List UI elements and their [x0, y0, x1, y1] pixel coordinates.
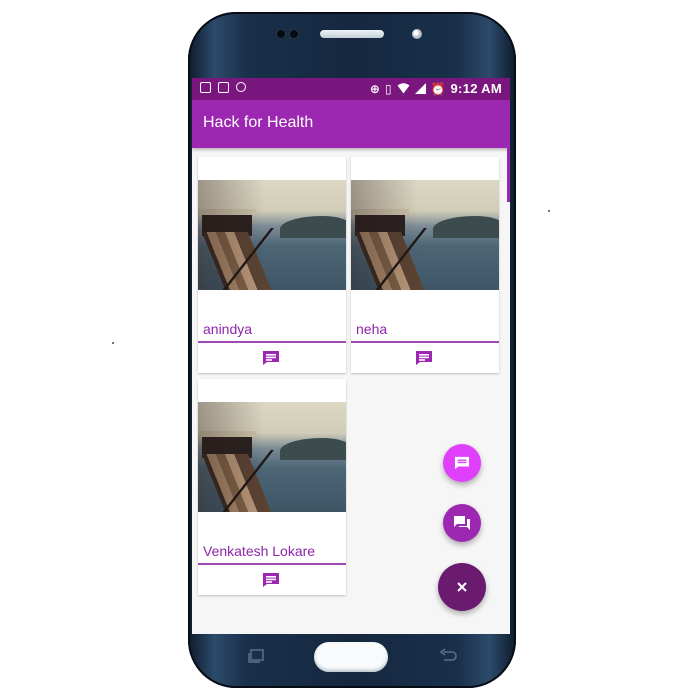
user-card[interactable]: anindya [198, 157, 346, 373]
phone-screen: ⊕ ▯ ⏰ 9:12 AM Hack for Health anindya ne… [192, 78, 510, 634]
card-photo [351, 180, 499, 290]
page-title: Hack for Health [203, 114, 314, 131]
alarm-icon: ⏰ [430, 81, 446, 96]
background-speck [548, 210, 550, 212]
signal-icon [414, 83, 426, 94]
wifi-icon [397, 83, 410, 94]
card-user-name: Venkatesh Lokare [203, 543, 316, 559]
image-icon [218, 82, 229, 93]
close-icon [457, 582, 467, 592]
user-card[interactable]: Venkatesh Lokare [198, 379, 346, 595]
scroll-indicator[interactable] [507, 148, 510, 202]
app-bar: Hack for Health [192, 100, 510, 148]
front-camera-icon [412, 29, 422, 39]
stage: ⊕ ▯ ⏰ 9:12 AM Hack for Health anindya ne… [0, 0, 700, 700]
card-divider [198, 563, 346, 565]
background-speck [112, 342, 114, 344]
recent-apps-icon[interactable] [246, 648, 266, 664]
fab-forum-button[interactable] [443, 504, 481, 542]
message-icon [455, 456, 469, 470]
message-icon[interactable] [262, 350, 280, 366]
vibrate-icon: ▯ [384, 81, 392, 96]
status-bar: ⊕ ▯ ⏰ 9:12 AM [192, 78, 510, 100]
forum-icon [454, 516, 470, 530]
user-card[interactable]: neha [351, 157, 499, 373]
fab-message-button[interactable] [443, 444, 481, 482]
notification-icon [236, 82, 246, 92]
card-photo [198, 180, 346, 290]
card-photo [198, 402, 346, 512]
message-icon[interactable] [262, 572, 280, 588]
data-saver-icon: ⊕ [369, 81, 380, 96]
back-icon[interactable] [438, 648, 458, 664]
sensor-dots [276, 29, 306, 39]
card-divider [351, 341, 499, 343]
card-divider [198, 341, 346, 343]
fab-close-button[interactable] [438, 563, 486, 611]
status-time: 9:12 AM [450, 81, 502, 96]
message-icon[interactable] [415, 350, 433, 366]
card-user-name: neha [356, 321, 388, 337]
earpiece-speaker [320, 30, 384, 38]
card-user-name: anindya [203, 321, 253, 337]
home-button[interactable] [314, 642, 388, 672]
gallery-icon [200, 82, 211, 93]
